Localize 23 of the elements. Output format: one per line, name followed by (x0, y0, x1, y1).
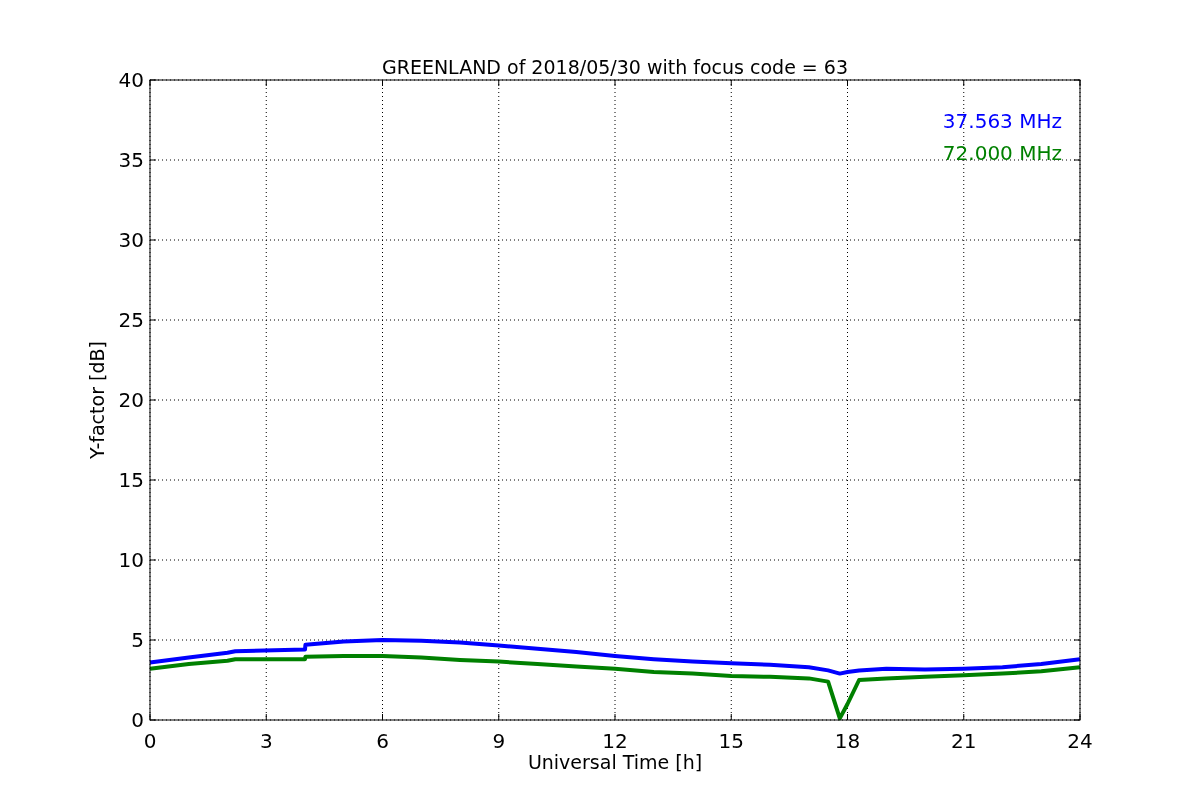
axis-tick-label: 18 (834, 729, 861, 753)
axis-label: Y-factor [dB] (86, 341, 108, 459)
axis-tick-label: 24 (1067, 729, 1093, 753)
axis-tick-label: 3 (259, 729, 273, 753)
axis-tick-label: 9 (492, 729, 506, 753)
axis-tick-label: 10 (118, 548, 144, 572)
axis-tick-label: 40 (118, 68, 144, 92)
axis-tick-label: 15 (118, 468, 144, 492)
chart-title: GREENLAND of 2018/05/30 with focus code = 63 (382, 56, 848, 78)
legend-label: 37.563 MHz (942, 109, 1062, 133)
axis-tick-label: 25 (118, 308, 144, 332)
axis-tick-label: 6 (376, 729, 389, 753)
axis-tick-label: 30 (118, 228, 144, 252)
axis-tick-label: 21 (951, 729, 977, 753)
axis-tick-label: 0 (143, 729, 157, 753)
axis-tick-label: 15 (718, 729, 744, 753)
axis-tick-label: 35 (118, 148, 144, 172)
axis-tick-label: 20 (118, 388, 144, 412)
axis-label: Universal Time [h] (527, 751, 703, 773)
axis-tick-label: 12 (602, 729, 628, 753)
axis-tick-label: 0 (131, 708, 144, 732)
axis-tick-label: 5 (131, 628, 144, 652)
legend-label: 72.000 MHz (942, 141, 1062, 165)
